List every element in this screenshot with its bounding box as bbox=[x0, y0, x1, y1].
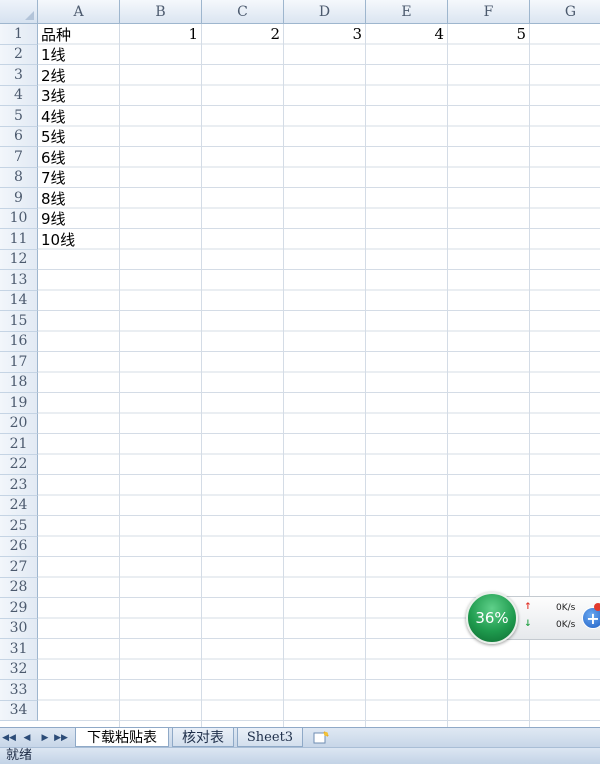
sheet-tab-bar: ◀◀ ◀ ▶ ▶▶ 下载粘贴表 核对表 Sheet3 bbox=[0, 727, 600, 747]
cell-b1[interactable]: 1 bbox=[120, 24, 202, 44]
row-header-27[interactable]: 27 bbox=[0, 557, 38, 578]
row-header-6[interactable]: 6 bbox=[0, 126, 38, 147]
column-header-b[interactable]: B bbox=[120, 0, 202, 24]
row-header-17[interactable]: 17 bbox=[0, 352, 38, 373]
cell-a4[interactable]: 3线 bbox=[38, 86, 120, 106]
download-speed: 0K/s bbox=[556, 620, 576, 630]
row-header-22[interactable]: 22 bbox=[0, 454, 38, 475]
column-header-c[interactable]: C bbox=[202, 0, 284, 24]
row-header-23[interactable]: 23 bbox=[0, 475, 38, 496]
row-header-30[interactable]: 30 bbox=[0, 618, 38, 639]
row-header-2[interactable]: 2 bbox=[0, 44, 38, 65]
row-header-12[interactable]: 12 bbox=[0, 249, 38, 270]
row-header-3[interactable]: 3 bbox=[0, 65, 38, 86]
cell-a6[interactable]: 5线 bbox=[38, 127, 120, 147]
row-header-33[interactable]: 33 bbox=[0, 680, 38, 701]
row-header-32[interactable]: 32 bbox=[0, 659, 38, 680]
tab-check-sheet[interactable]: 核对表 bbox=[172, 728, 234, 747]
row-header-10[interactable]: 10 bbox=[0, 208, 38, 229]
row-header-15[interactable]: 15 bbox=[0, 311, 38, 332]
upload-arrow-icon: ↑ bbox=[524, 602, 532, 612]
download-arrow-icon: ↓ bbox=[524, 619, 532, 629]
notification-dot-icon bbox=[594, 603, 600, 611]
cell-a7[interactable]: 6线 bbox=[38, 147, 120, 167]
select-all-triangle-icon bbox=[25, 11, 34, 20]
select-all-corner[interactable] bbox=[0, 0, 38, 24]
row-header-16[interactable]: 16 bbox=[0, 331, 38, 352]
tab-download-paste-sheet[interactable]: 下载粘贴表 bbox=[75, 728, 169, 747]
cell-d1[interactable]: 3 bbox=[284, 24, 366, 44]
cell-a3[interactable]: 2线 bbox=[38, 65, 120, 85]
column-header-a[interactable]: A bbox=[38, 0, 120, 24]
column-header-d[interactable]: D bbox=[284, 0, 366, 24]
cell-f1[interactable]: 5 bbox=[448, 24, 530, 44]
cell-a9[interactable]: 8线 bbox=[38, 188, 120, 208]
cell-a1[interactable]: 品种 bbox=[38, 24, 120, 44]
last-sheet-icon[interactable]: ▶▶ bbox=[54, 730, 68, 745]
column-header-g[interactable]: G bbox=[530, 0, 600, 24]
row-header-20[interactable]: 20 bbox=[0, 413, 38, 434]
row-header-26[interactable]: 26 bbox=[0, 536, 38, 557]
row-header-8[interactable]: 8 bbox=[0, 167, 38, 188]
row-header-21[interactable]: 21 bbox=[0, 434, 38, 455]
insert-sheet-icon[interactable] bbox=[306, 729, 336, 746]
row-header-11[interactable]: 11 bbox=[0, 229, 38, 250]
status-bar: 就绪 bbox=[0, 747, 600, 764]
row-header-14[interactable]: 14 bbox=[0, 290, 38, 311]
row-header-25[interactable]: 25 bbox=[0, 516, 38, 537]
cell-a11[interactable]: 10线 bbox=[38, 229, 120, 249]
row-header-1[interactable]: 1 bbox=[0, 24, 38, 45]
row-header-19[interactable]: 19 bbox=[0, 393, 38, 414]
cell-a10[interactable]: 9线 bbox=[38, 209, 120, 229]
column-header-e[interactable]: E bbox=[366, 0, 448, 24]
row-header-24[interactable]: 24 bbox=[0, 495, 38, 516]
first-sheet-icon[interactable]: ◀◀ bbox=[2, 730, 16, 745]
tab-sheet3[interactable]: Sheet3 bbox=[237, 728, 303, 747]
memory-percent-label: 36% bbox=[475, 609, 509, 627]
memory-percent-ball[interactable]: 36% bbox=[466, 592, 518, 644]
row-header-28[interactable]: 28 bbox=[0, 577, 38, 598]
cell-c1[interactable]: 2 bbox=[202, 24, 284, 44]
cell-a8[interactable]: 7线 bbox=[38, 168, 120, 188]
upload-speed: 0K/s bbox=[556, 603, 576, 613]
cell-a2[interactable]: 1线 bbox=[38, 45, 120, 65]
row-header-18[interactable]: 18 bbox=[0, 372, 38, 393]
network-speed-widget[interactable]: 36% ↑ ↓ 0K/s 0K/s + bbox=[466, 592, 600, 644]
cell-a5[interactable]: 4线 bbox=[38, 106, 120, 126]
row-header-29[interactable]: 29 bbox=[0, 598, 38, 619]
column-header-f[interactable]: F bbox=[448, 0, 530, 24]
row-header-7[interactable]: 7 bbox=[0, 147, 38, 168]
row-header-13[interactable]: 13 bbox=[0, 270, 38, 291]
cell-e1[interactable]: 4 bbox=[366, 24, 448, 44]
prev-sheet-icon[interactable]: ◀ bbox=[20, 730, 34, 745]
status-ready-text: 就绪 bbox=[6, 748, 33, 763]
row-header-31[interactable]: 31 bbox=[0, 639, 38, 660]
row-header-4[interactable]: 4 bbox=[0, 85, 38, 106]
row-header-34[interactable]: 34 bbox=[0, 700, 38, 721]
next-sheet-icon[interactable]: ▶ bbox=[38, 730, 52, 745]
row-header-9[interactable]: 9 bbox=[0, 188, 38, 209]
row-header-5[interactable]: 5 bbox=[0, 106, 38, 127]
